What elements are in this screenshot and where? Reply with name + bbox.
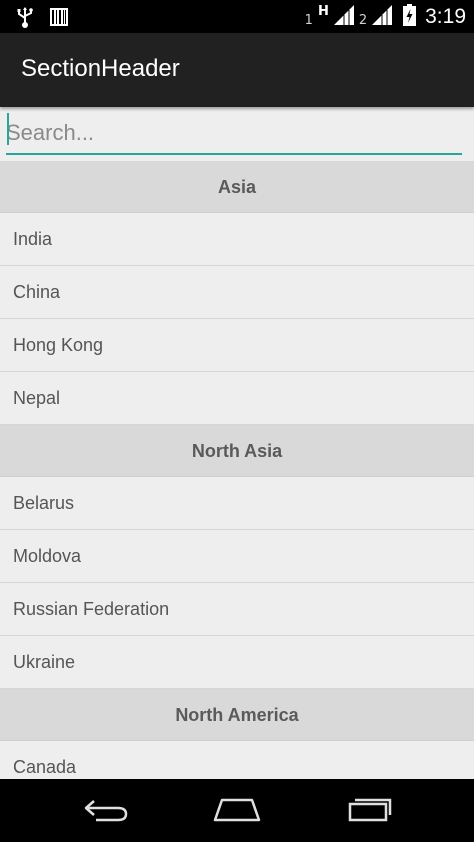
recents-icon bbox=[346, 795, 394, 827]
list-item[interactable]: India bbox=[0, 213, 474, 266]
section-header: North Asia bbox=[0, 425, 474, 477]
home-button[interactable] bbox=[207, 793, 267, 829]
signal-icon bbox=[333, 4, 354, 29]
status-notifications bbox=[14, 6, 68, 32]
status-system-icons: 1 H 2 3:19 bbox=[305, 0, 466, 33]
home-icon bbox=[212, 796, 262, 826]
signal-icon bbox=[372, 4, 393, 29]
section-header: Asia bbox=[0, 161, 474, 213]
barcode-icon bbox=[50, 6, 68, 32]
action-bar: SectionHeader bbox=[0, 33, 474, 107]
list-item[interactable]: Nepal bbox=[0, 372, 474, 425]
sim2-label: 2 bbox=[358, 13, 368, 28]
search-input[interactable] bbox=[6, 113, 462, 155]
sim1-label: 1 bbox=[304, 13, 313, 28]
list-item[interactable]: Ukraine bbox=[0, 636, 474, 689]
network-type-label: H bbox=[317, 4, 329, 19]
list-item[interactable]: Moldova bbox=[0, 530, 474, 583]
country-list[interactable]: Asia India China Hong Kong Nepal North Asia Be… bbox=[0, 161, 474, 779]
battery-charging-icon bbox=[403, 3, 417, 30]
usb-icon bbox=[14, 6, 36, 32]
search-bar bbox=[0, 107, 474, 161]
text-cursor bbox=[7, 113, 9, 145]
app-title: SectionHeader bbox=[21, 55, 180, 82]
recents-button[interactable] bbox=[340, 793, 400, 829]
device-screen: 1 H 2 3:19 SectionHeader Search... Asia … bbox=[0, 0, 474, 842]
section-header: North America bbox=[0, 689, 474, 741]
back-icon bbox=[82, 795, 130, 827]
back-button[interactable] bbox=[76, 793, 136, 829]
list-item[interactable]: China bbox=[0, 266, 474, 319]
navigation-bar bbox=[0, 779, 474, 842]
list-item[interactable]: Russian Federation bbox=[0, 583, 474, 636]
list-item[interactable]: Hong Kong bbox=[0, 319, 474, 372]
status-bar: 1 H 2 3:19 bbox=[0, 0, 474, 33]
clock: 3:19 bbox=[425, 4, 466, 28]
list-item[interactable]: Canada bbox=[0, 741, 474, 779]
list-item[interactable]: Belarus bbox=[0, 477, 474, 530]
